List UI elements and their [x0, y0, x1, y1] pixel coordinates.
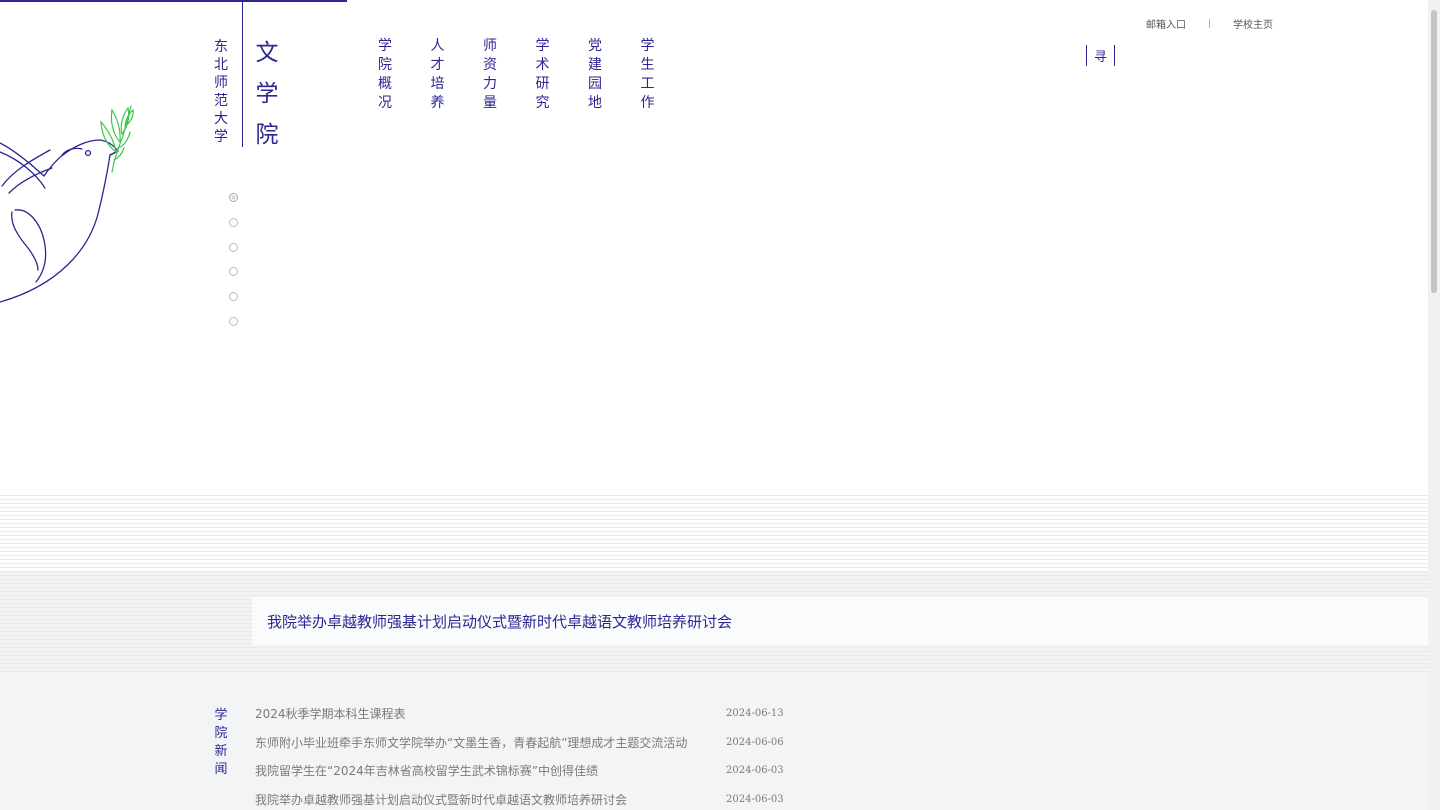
search-icon: 寻	[1093, 50, 1107, 65]
nav-item-students[interactable]: 学生工作	[640, 37, 656, 113]
news-item-title[interactable]: 东师附小毕业班牵手东师文学院举办“文墨生香，青春起航”理想成才主题交流活动	[255, 733, 705, 753]
news-item[interactable]: 我院举办卓越教师强基计划启动仪式暨新时代卓越语文教师培养研讨会 2024-06-…	[255, 790, 785, 810]
slider-dot-4[interactable]	[229, 267, 238, 277]
nav-item-party[interactable]: 党建园地	[587, 37, 603, 113]
news-item-date: 2024-06-03	[726, 765, 784, 776]
news-item[interactable]: 东师附小毕业班牵手东师文学院举办“文墨生香，青春起航”理想成才主题交流活动 20…	[255, 733, 785, 762]
main-nav: 学院概况 人才培养 师资力量 学术研究 党建园地 学生工作	[377, 37, 692, 113]
slider-dot-3[interactable]	[229, 242, 238, 252]
scrollbar-thumb[interactable]	[1431, 10, 1437, 293]
slider-dot-1[interactable]	[229, 193, 238, 202]
slider-dot-2[interactable]	[229, 217, 238, 227]
news-list: 2024秋季学期本科生课程表 2024-06-13 东师附小毕业班牵手东师文学院…	[255, 704, 785, 810]
nav-item-about[interactable]: 学院概况	[377, 37, 393, 113]
news-item-title[interactable]: 我院留学生在“2024年吉林省高校留学生武术锦标赛”中创得佳绩	[255, 761, 705, 781]
news-section-title[interactable]: 学院新闻	[213, 707, 229, 779]
news-item-date: 2024-06-13	[726, 708, 784, 719]
slider-dot-6[interactable]	[229, 316, 238, 326]
news-item[interactable]: 我院留学生在“2024年吉林省高校留学生武术锦标赛”中创得佳绩 2024-06-…	[255, 761, 785, 790]
news-item-title[interactable]: 2024秋季学期本科生课程表	[255, 704, 705, 724]
headline-link[interactable]: 我院举办卓越教师强基计划启动仪式暨新时代卓越语文教师培养研讨会	[267, 611, 732, 632]
news-item-date: 2024-06-03	[726, 793, 784, 805]
logo-divider	[242, 2, 243, 147]
top-accent-line	[0, 0, 347, 2]
top-links-separator: |	[1208, 18, 1212, 29]
mail-link[interactable]: 邮箱入口	[1146, 16, 1186, 31]
news-item[interactable]: 2024秋季学期本科生课程表 2024-06-13	[255, 704, 785, 733]
nav-item-education[interactable]: 人才培养	[430, 37, 446, 113]
decorative-stripes	[0, 492, 1428, 572]
top-links: 邮箱入口 | 学校主页	[1146, 16, 1273, 32]
news-item-date: 2024-06-06	[726, 736, 784, 748]
olive-branch-icon	[100, 105, 134, 173]
headline-banner[interactable]: 我院举办卓越教师强基计划启动仪式暨新时代卓越语文教师培养研讨会	[252, 597, 1428, 645]
slider-dots	[229, 193, 238, 342]
page: 邮箱入口 | 学校主页 东北师范大学 文学院 学院概况 人才培养 师资力量 学术…	[0, 0, 1440, 810]
logo-college-name[interactable]: 文学院	[254, 33, 280, 156]
school-home-link[interactable]: 学校主页	[1233, 16, 1273, 31]
slider-dot-5[interactable]	[229, 292, 238, 302]
logo-university-name[interactable]: 东北师范大学	[213, 38, 229, 146]
nav-item-faculty[interactable]: 师资力量	[482, 37, 498, 113]
news-item-title[interactable]: 我院举办卓越教师强基计划启动仪式暨新时代卓越语文教师培养研讨会	[255, 790, 705, 810]
search-button[interactable]: 寻	[1086, 45, 1115, 66]
page-scrollbar[interactable]	[1428, 0, 1440, 810]
dove-illustration	[0, 105, 134, 303]
nav-item-research[interactable]: 学术研究	[535, 37, 551, 113]
